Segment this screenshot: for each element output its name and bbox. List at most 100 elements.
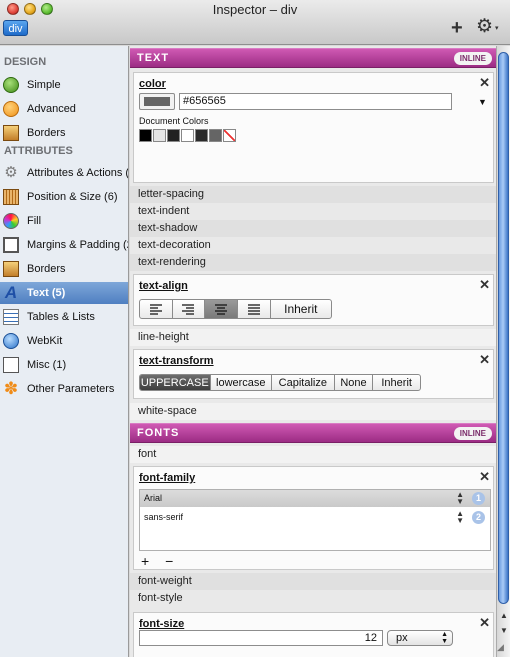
transform-capitalize-button[interactable]: Capitalize [272,375,335,390]
close-icon[interactable]: ✕ [479,277,490,293]
font-size-input[interactable]: 12 [139,630,383,646]
sidebar-item-tables-lists[interactable]: Tables & Lists [0,306,128,328]
transform-inherit-button[interactable]: Inherit [373,375,420,390]
color-swatch[interactable] [153,129,166,142]
font-name: sans-serif [144,512,184,522]
stepper-icon[interactable]: ▲ ▼ [456,491,464,506]
text-align-panel: text-align ✕ Inherit [133,274,494,326]
margins-icon [3,237,19,253]
property-row[interactable]: line-height [130,329,496,346]
property-row[interactable]: text-rendering [130,254,496,271]
element-tag-badge[interactable]: div [3,20,28,36]
property-row[interactable]: font-weight [130,573,496,590]
inline-badge: INLINE [453,427,492,440]
sidebar-item-webkit[interactable]: WebKit [0,330,128,352]
sidebar-item-label: Misc (1) [27,359,67,371]
list-icon [3,309,19,325]
align-justify-icon[interactable] [238,300,271,318]
property-row[interactable]: letter-spacing [130,186,496,203]
color-value-input[interactable]: #656565 [179,93,452,110]
transform-none-button[interactable]: None [335,375,374,390]
gear-menu-caret-icon[interactable]: ▾ [495,24,499,32]
text-transform-panel: text-transform ✕ UPPERCASE lowercase Cap… [133,349,494,399]
sidebar-item-label: Text (5) [27,287,66,299]
font-size-unit-select[interactable]: px ▲ ▼ [387,630,453,646]
text-section-header[interactable]: TEXT INLINE [130,48,496,68]
sidebar-item-borders[interactable]: Borders [0,258,128,280]
scrollbar-thumb[interactable] [498,52,509,604]
property-title: font-size [139,618,185,630]
color-swatch[interactable] [181,129,194,142]
scroll-up-icon[interactable]: ▲ [500,611,508,620]
document-color-swatches [139,129,236,142]
sidebar-item-position-size[interactable]: Position & Size (6) [0,186,128,208]
resize-grip-icon[interactable]: ◢ [497,642,504,653]
font-family-panel: font-family ✕ Arial ▲ ▼ 1 sans-serif ▲ ▼ 2… [133,466,494,570]
ruler-icon [3,189,19,205]
color-swatch[interactable] [195,129,208,142]
color-swatch[interactable] [167,129,180,142]
design-header: DESIGN [4,56,47,68]
close-icon[interactable]: ✕ [479,469,490,485]
sidebar-item-label: Other Parameters [27,383,115,395]
inspector-panel: TEXT INLINE color ✕ #656565 ▼ Document C… [130,46,496,657]
unit-value: px [396,632,408,644]
property-row[interactable]: font-style [130,590,496,607]
no-color-swatch[interactable] [223,129,236,142]
sidebar-item-borders-design[interactable]: Borders [0,122,128,144]
property-row[interactable]: text-decoration [130,237,496,254]
inline-badge: INLINE [453,52,492,65]
border-box-icon [3,125,19,141]
orange-circle-icon [3,101,19,117]
close-icon[interactable]: ✕ [479,75,490,91]
color-swatch[interactable] [209,129,222,142]
order-badge: 2 [472,511,485,524]
sidebar-item-margins-padding[interactable]: Margins & Padding (2) [0,234,128,256]
vertical-scrollbar[interactable]: ▲ ▼ [496,46,510,657]
globe-icon [3,333,19,349]
font-family-item[interactable]: sans-serif ▲ ▼ 2 [140,509,490,526]
sidebar-item-label: Attributes & Actions ( [27,167,129,179]
color-swatch[interactable] [139,129,152,142]
font-family-item[interactable]: Arial ▲ ▼ 1 [140,490,490,507]
sidebar-item-fill[interactable]: Fill [0,210,128,232]
transform-uppercase-button[interactable]: UPPERCASE [140,375,211,390]
sidebar-item-misc[interactable]: Misc (1) [0,354,128,376]
scroll-down-icon[interactable]: ▼ [500,626,508,635]
property-row[interactable]: white-space [130,403,496,420]
color-well[interactable] [139,93,175,110]
add-icon[interactable]: + [451,18,463,38]
misc-icon [3,357,19,373]
text-icon: A [4,283,18,302]
fonts-section-header[interactable]: FONTS INLINE [130,423,496,443]
sidebar-item-advanced[interactable]: Advanced [0,98,128,120]
section-title: TEXT [137,52,170,64]
flower-icon: ✽ [3,379,19,398]
chevron-down-icon[interactable]: ▼ [478,97,487,107]
text-transform-control: UPPERCASE lowercase Capitalize None Inhe… [139,374,421,391]
property-row[interactable]: text-shadow [130,220,496,237]
align-inherit-button[interactable]: Inherit [271,300,331,318]
attributes-header: ATTRIBUTES [4,145,73,157]
text-align-control: Inherit [139,299,332,319]
stepper-icon[interactable]: ▲ ▼ [456,510,464,525]
property-row[interactable]: font [130,446,496,463]
sidebar-item-simple[interactable]: Simple [0,74,128,96]
transform-lowercase-button[interactable]: lowercase [211,375,273,390]
gear-icon[interactable]: ⚙ [476,17,493,37]
sidebar-item-attributes-actions[interactable]: ⚙ Attributes & Actions ( [0,162,128,184]
sidebar-item-label: Tables & Lists [27,311,95,323]
color-swatch [144,97,170,106]
close-icon[interactable]: ✕ [479,615,490,631]
property-row[interactable]: text-indent [130,203,496,220]
align-right-icon[interactable] [173,300,206,318]
add-remove-buttons[interactable]: + − [141,553,179,569]
sidebar-item-other-parameters[interactable]: ✽ Other Parameters [0,378,128,400]
align-center-icon[interactable] [205,300,238,318]
border-box-icon [3,261,19,277]
align-left-icon[interactable] [140,300,173,318]
sidebar-item-label: Borders [27,127,66,139]
font-name: Arial [144,493,163,503]
close-icon[interactable]: ✕ [479,352,490,368]
sidebar-item-text[interactable]: A Text (5) [0,282,128,304]
